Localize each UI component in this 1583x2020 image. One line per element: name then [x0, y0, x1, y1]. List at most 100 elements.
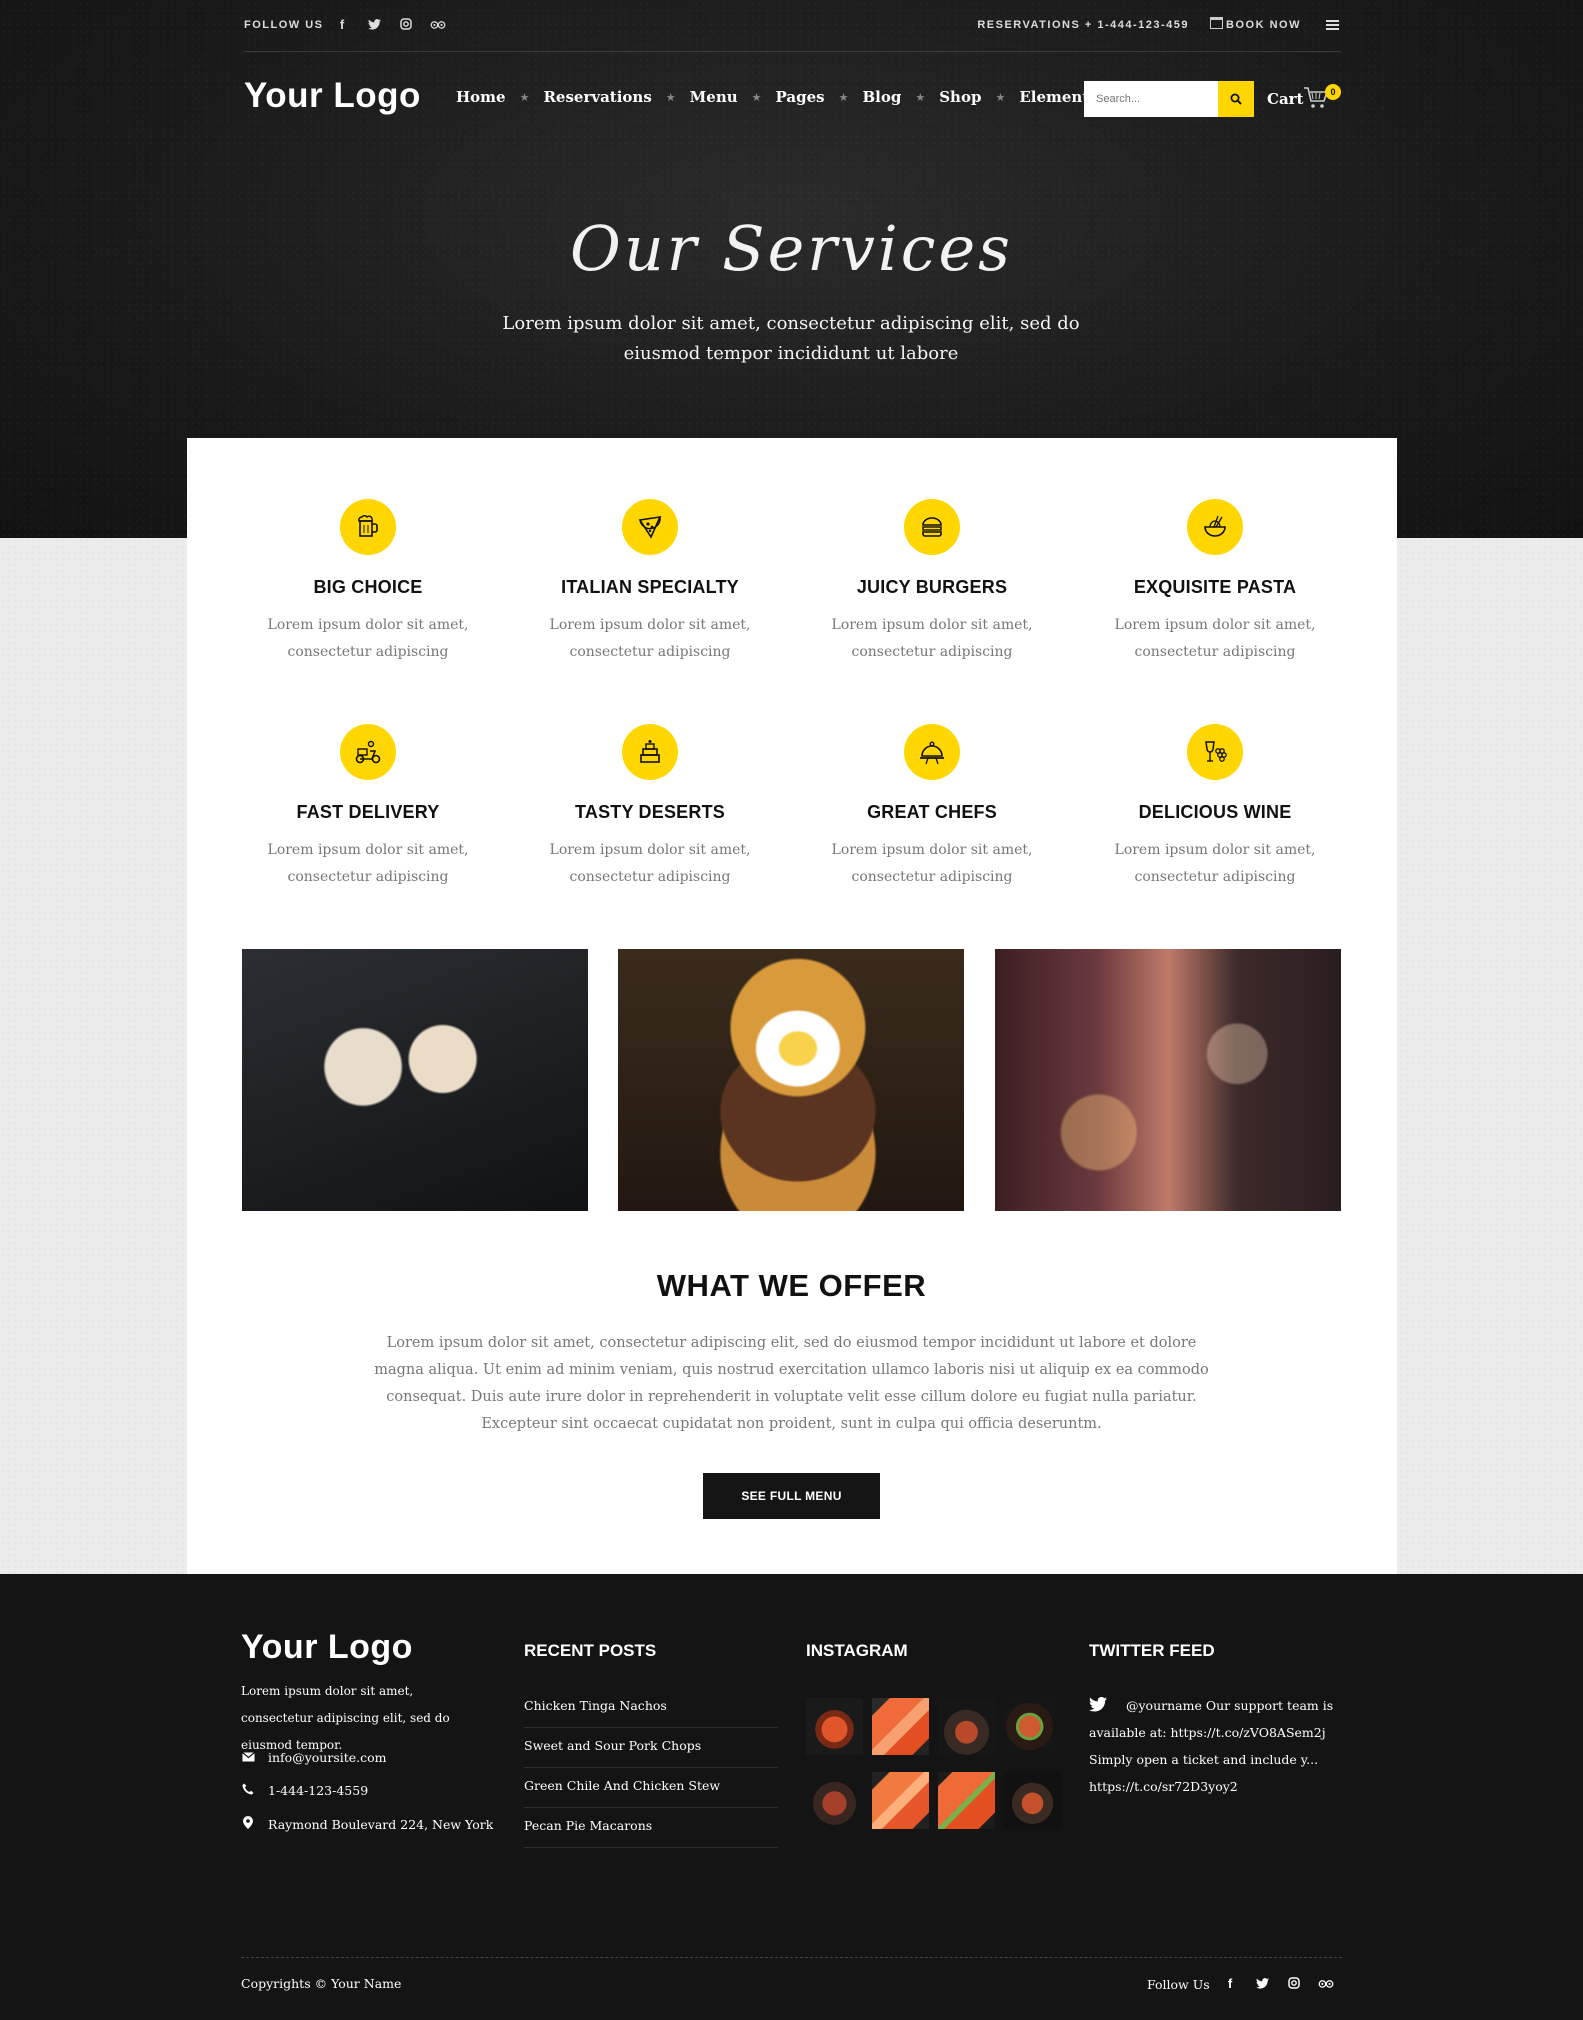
footer-phone-text[interactable]: 1-444-123-4559 — [268, 1783, 368, 1798]
service-title: JUICY BURGERS — [856, 577, 1008, 597]
nav-blog[interactable]: Blog — [862, 88, 901, 106]
instagram-icon[interactable] — [1286, 1975, 1302, 1991]
star-separator: ★ — [519, 90, 530, 104]
footer-email-text[interactable]: info@yoursite.com — [268, 1750, 387, 1765]
main-nav: Home ★ Reservations ★ Menu ★ Pages ★ Blog ★ S… — [456, 88, 1098, 106]
reservations-phone[interactable]: RESERVATIONS + 1-444-123-459 — [977, 19, 1189, 31]
cake-icon — [622, 724, 678, 780]
beer-mug-icon — [340, 499, 396, 555]
footer-divider — [241, 1957, 1342, 1958]
recent-post-link[interactable]: Pecan Pie Macarons — [524, 1818, 652, 1833]
search-input[interactable] — [1084, 81, 1218, 117]
recent-posts-heading: RECENT POSTS — [524, 1641, 657, 1660]
service-item: DELICIOUS WINE Lorem ipsum dolor sit ame… — [1090, 724, 1340, 891]
cart-link[interactable]: Cart — [1267, 90, 1304, 108]
star-separator: ★ — [665, 90, 676, 104]
footer-logo[interactable]: Your Logo — [241, 1628, 413, 1667]
service-description: Lorem ipsum dolor sit amet, consectetur … — [1114, 842, 1316, 885]
service-item: JUICY BURGERS Lorem ipsum dolor sit amet… — [807, 499, 1057, 666]
book-now-link[interactable]: BOOK NOW — [1226, 19, 1301, 31]
footer-about: Lorem ipsum dolor sit amet, consectetur … — [241, 1684, 450, 1752]
dessert-photo — [242, 949, 588, 1211]
instagram-icon[interactable] — [398, 16, 414, 32]
recent-post-item[interactable]: Chicken Tinga Nachos — [524, 1688, 778, 1728]
instagram-thumbnail[interactable] — [1004, 1772, 1061, 1829]
footer-follow-label: Follow Us — [1147, 1977, 1210, 1992]
wine-grapes-icon — [1187, 724, 1243, 780]
delivery-scooter-icon — [340, 724, 396, 780]
burger-icon — [904, 499, 960, 555]
service-title: FAST DELIVERY — [296, 802, 440, 822]
restaurant-photo — [995, 949, 1341, 1211]
hamburger-menu-icon[interactable] — [1326, 20, 1339, 30]
service-description: Lorem ipsum dolor sit amet, consectetur … — [1114, 617, 1316, 660]
nav-shop[interactable]: Shop — [939, 88, 981, 106]
service-title: GREAT CHEFS — [867, 802, 997, 822]
instagram-thumbnail[interactable] — [1004, 1698, 1061, 1755]
instagram-thumbnail[interactable] — [872, 1698, 929, 1755]
service-title: ITALIAN SPECIALTY — [561, 577, 739, 597]
service-description: Lorem ipsum dolor sit amet, consectetur … — [267, 842, 469, 885]
see-full-menu-button[interactable]: SEE FULL MENU — [703, 1473, 880, 1519]
tweet-text: @yourname Our support team is available … — [1089, 1698, 1334, 1794]
page-subtitle: Lorem ipsum dolor sit amet, consectetur … — [502, 313, 1080, 364]
search-box — [1084, 81, 1254, 117]
envelope-icon — [241, 1751, 255, 1765]
facebook-icon[interactable]: f — [1222, 1975, 1238, 1991]
offer-text: Lorem ipsum dolor sit amet, consectetur … — [374, 1335, 1209, 1432]
nav-reservations[interactable]: Reservations — [543, 88, 651, 106]
recent-post-link[interactable]: Green Chile And Chicken Stew — [524, 1778, 720, 1793]
calendar-icon — [1210, 17, 1223, 29]
footer-phone: 1-444-123-4559 — [241, 1783, 368, 1798]
tripadvisor-icon[interactable] — [1318, 1975, 1334, 1991]
star-separator: ★ — [915, 90, 926, 104]
recent-post-item[interactable]: Green Chile And Chicken Stew — [524, 1768, 778, 1808]
footer-email: info@yoursite.com — [241, 1750, 387, 1765]
instagram-thumbnail[interactable] — [872, 1772, 929, 1829]
copyright: Copyrights © Your Name — [241, 1976, 402, 1991]
service-item: GREAT CHEFS Lorem ipsum dolor sit amet, … — [807, 724, 1057, 891]
page-title: Our Services — [570, 212, 1013, 285]
recent-post-link[interactable]: Chicken Tinga Nachos — [524, 1698, 667, 1713]
cart-count-badge: 0 — [1325, 84, 1341, 100]
instagram-thumbnail[interactable] — [938, 1698, 995, 1755]
star-separator: ★ — [751, 90, 762, 104]
facebook-icon[interactable]: f — [334, 16, 350, 32]
nav-menu[interactable]: Menu — [690, 88, 738, 106]
instagram-thumbnail[interactable] — [938, 1772, 995, 1829]
footer-address: Raymond Boulevard 224, New York — [241, 1816, 493, 1832]
recent-post-link[interactable]: Sweet and Sour Pork Chops — [524, 1738, 701, 1753]
top-social-links: f — [334, 16, 446, 32]
instagram-thumbnail[interactable] — [806, 1772, 863, 1829]
service-title: BIG CHOICE — [313, 577, 423, 597]
instagram-heading: INSTAGRAM — [806, 1641, 908, 1660]
nav-home[interactable]: Home — [456, 88, 506, 106]
map-pin-icon — [241, 1816, 255, 1832]
search-icon — [1230, 93, 1242, 105]
site-logo[interactable]: Your Logo — [244, 76, 421, 116]
tripadvisor-icon[interactable] — [430, 16, 446, 32]
phone-icon — [241, 1783, 255, 1798]
star-separator: ★ — [995, 90, 1006, 104]
star-separator: ★ — [838, 90, 849, 104]
service-item: EXQUISITE PASTA Lorem ipsum dolor sit am… — [1090, 499, 1340, 666]
burger-photo — [618, 949, 964, 1211]
footer-social-links: f — [1222, 1975, 1334, 1991]
twitter-icon[interactable] — [1254, 1975, 1270, 1991]
follow-us-label: FOLLOW US — [244, 19, 324, 31]
twitter-feed-heading: TWITTER FEED — [1089, 1641, 1215, 1660]
instagram-thumbnail[interactable] — [806, 1698, 863, 1755]
pizza-slice-icon — [622, 499, 678, 555]
service-description: Lorem ipsum dolor sit amet, consectetur … — [549, 842, 751, 885]
service-description: Lorem ipsum dolor sit amet, consectetur … — [831, 842, 1033, 885]
service-item: ITALIAN SPECIALTY Lorem ipsum dolor sit … — [525, 499, 775, 666]
recent-post-item[interactable]: Sweet and Sour Pork Chops — [524, 1728, 778, 1768]
nav-pages[interactable]: Pages — [776, 88, 825, 106]
footer — [0, 1574, 1583, 2020]
twitter-icon[interactable] — [366, 16, 382, 32]
footer-address-text: Raymond Boulevard 224, New York — [268, 1816, 494, 1832]
search-button[interactable] — [1218, 81, 1254, 117]
service-title: DELICIOUS WINE — [1138, 802, 1292, 822]
service-title: TASTY DESERTS — [575, 802, 725, 822]
recent-post-item[interactable]: Pecan Pie Macarons — [524, 1808, 778, 1848]
